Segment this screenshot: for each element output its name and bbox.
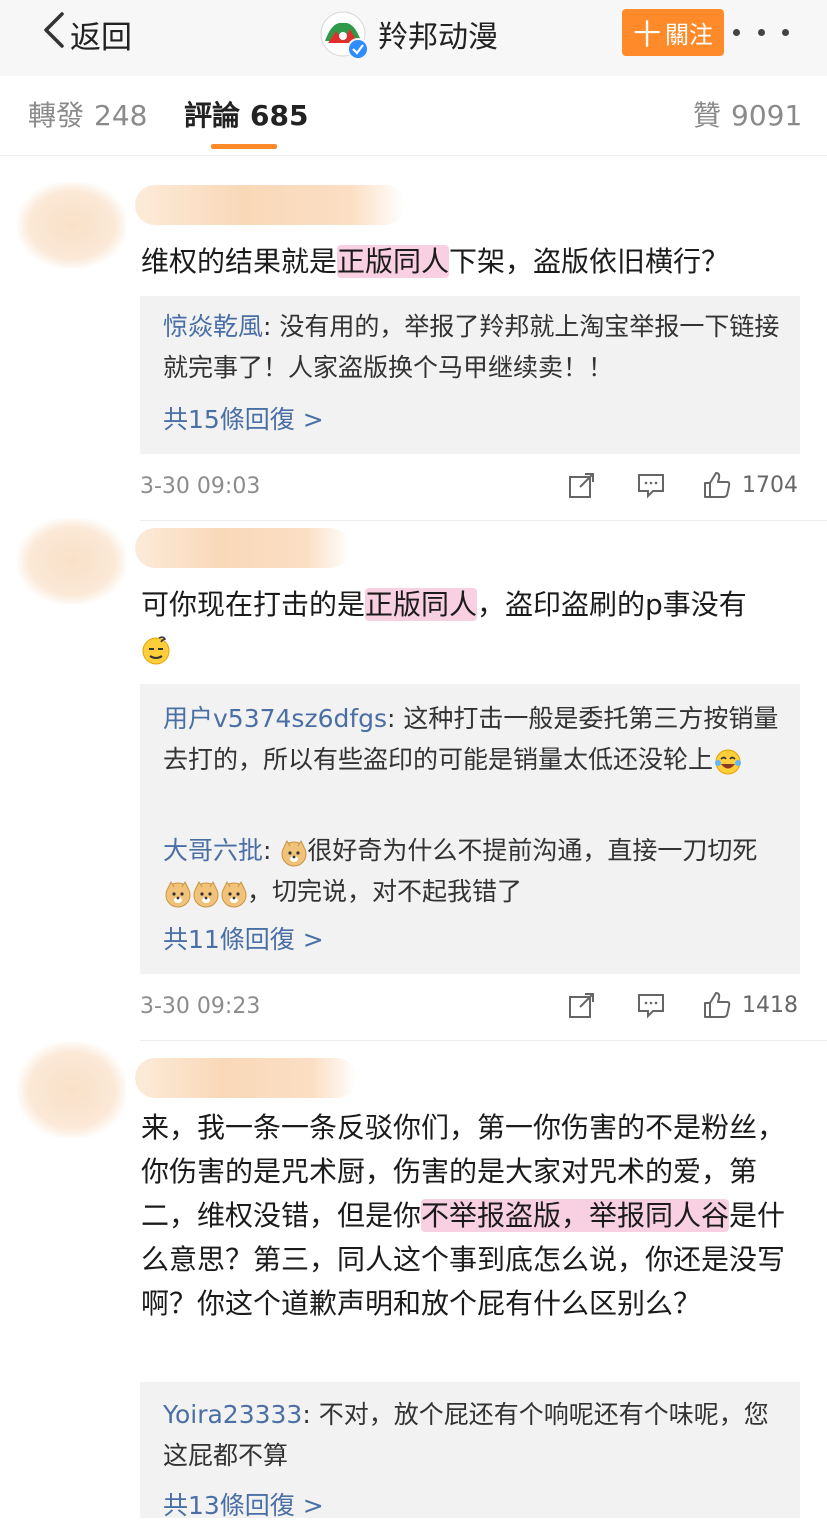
divider	[140, 520, 827, 521]
tab-likes-label: 贊	[693, 99, 722, 132]
comment-text: 可你现在打击的是正版同人，盗印盗刷的p事没有	[141, 583, 806, 671]
thumbs-up-icon	[704, 472, 731, 498]
share-icon	[569, 473, 594, 498]
thumbs-up-icon	[704, 992, 731, 1018]
comment-time: 3-30 09:03	[140, 474, 261, 499]
reply-box[interactable]: 用户v5374sz6dfgs: 这种打击一般是委托第三方按销量去打的，所以有些盗…	[140, 684, 800, 974]
plus-icon: 十	[632, 17, 661, 51]
share-button[interactable]	[567, 470, 597, 500]
reply-box[interactable]: 惊焱乾風: 没有用的，举报了羚邦就上淘宝举报一下链接就完事了！人家盗版换个马甲继…	[140, 296, 800, 454]
comment-time: 3-30 09:23	[140, 994, 261, 1019]
share-button[interactable]	[567, 990, 597, 1020]
more-options-icon[interactable]	[733, 16, 789, 48]
dizzy-emoji-icon	[141, 635, 171, 665]
tab-comments-count: 685	[250, 99, 309, 132]
tab-bar: 轉發 248 評論 685 贊 9091	[0, 76, 827, 156]
more-replies-link[interactable]: 共11條回復 >	[163, 920, 324, 956]
doge-emoji-icon	[279, 838, 307, 867]
back-label: 返回	[70, 19, 132, 56]
comment-meta: 3-30 09:23 1418	[140, 988, 800, 1028]
account-name: 羚邦动漫	[378, 20, 498, 55]
reply-button[interactable]	[636, 470, 666, 500]
like-button[interactable]: 1418	[702, 990, 798, 1020]
tab-comments-label: 評論	[184, 99, 241, 132]
active-tab-indicator	[211, 144, 277, 149]
doge-emoji-icon	[191, 879, 219, 908]
commenter-name-redacted[interactable]	[135, 185, 405, 225]
tab-likes-count: 9091	[731, 99, 803, 132]
comment-text: 来，我一条一条反驳你们，第一你伤害的不是粉丝，你伤害的是咒术厨，伤害的是大家对咒…	[141, 1111, 786, 1320]
commenter-avatar[interactable]	[18, 1042, 126, 1138]
more-replies-link[interactable]: 共15條回復 >	[163, 400, 324, 436]
follow-button[interactable]: 十 關注	[622, 9, 724, 56]
reply-author[interactable]: 惊焱乾風	[163, 312, 263, 341]
like-count: 1704	[742, 472, 798, 498]
commenter-avatar[interactable]	[18, 182, 126, 268]
reply-item: 大哥六批: 很好奇为什么不提前沟通，直接一刀切死 ，切完说，对不起我错了	[163, 836, 758, 908]
tab-likes[interactable]: 贊 9091	[693, 94, 802, 134]
comment-icon	[638, 474, 664, 499]
doge-emoji-icon	[219, 879, 247, 908]
more-replies-link[interactable]: 共13條回復 >	[163, 1486, 324, 1522]
reply-item: Yoira23333: 不对，放个屁还有个响呢还有个味呢，您这屁都不算	[163, 1400, 769, 1470]
like-count: 1418	[742, 992, 798, 1018]
reply-button[interactable]	[636, 990, 666, 1020]
reply-author[interactable]: 大哥六批	[163, 836, 263, 865]
verified-badge-icon	[347, 38, 369, 60]
divider	[140, 1040, 827, 1041]
like-button[interactable]: 1704	[702, 470, 798, 500]
top-nav-bar: 返回 羚邦动漫 十 關注	[0, 0, 827, 77]
comment-text: 维权的结果就是正版同人下架，盗版依旧横行？	[141, 245, 730, 278]
account-header[interactable]: 羚邦动漫	[320, 11, 498, 60]
reply-item: 用户v5374sz6dfgs: 这种打击一般是委托第三方按销量去打的，所以有些盗…	[163, 704, 779, 775]
comment-meta: 3-30 09:03 1704	[140, 468, 800, 508]
share-icon	[569, 993, 594, 1018]
reply-author[interactable]: Yoira23333	[163, 1400, 302, 1429]
laughing-tears-emoji-icon	[713, 747, 742, 775]
tab-comments[interactable]: 評論 685	[184, 94, 308, 134]
comment-icon	[638, 994, 664, 1019]
commenter-name-redacted[interactable]	[135, 1058, 357, 1098]
commenter-name-redacted[interactable]	[135, 528, 350, 568]
follow-label: 關注	[665, 21, 713, 49]
back-button[interactable]: 返回	[40, 12, 132, 56]
doge-emoji-icon	[163, 879, 191, 908]
commenter-avatar[interactable]	[18, 518, 126, 604]
account-avatar[interactable]	[320, 11, 369, 60]
tab-reposts[interactable]: 轉發 248	[28, 94, 147, 134]
reply-author[interactable]: 用户v5374sz6dfgs	[163, 704, 387, 733]
tab-reposts-count: 248	[94, 99, 148, 132]
tab-reposts-label: 轉發	[28, 99, 85, 132]
reply-box[interactable]: Yoira23333: 不对，放个屁还有个响呢还有个味呢，您这屁都不算 共13條…	[140, 1382, 800, 1520]
chevron-left-icon	[40, 10, 68, 58]
reply-item: 惊焱乾風: 没有用的，举报了羚邦就上淘宝举报一下链接就完事了！人家盗版换个马甲继…	[163, 312, 780, 382]
